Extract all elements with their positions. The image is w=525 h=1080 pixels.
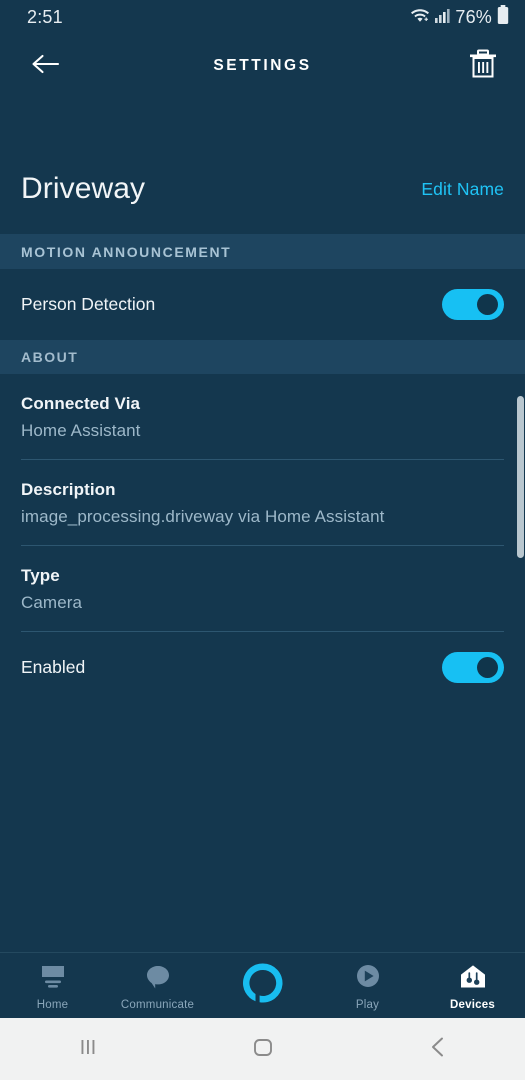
system-back-icon — [427, 1035, 449, 1064]
trash-icon — [468, 48, 498, 85]
wifi-icon — [410, 6, 430, 28]
nav-item-play[interactable]: Play — [315, 953, 420, 1018]
person-detection-label: Person Detection — [21, 294, 156, 314]
delete-device-button[interactable] — [463, 46, 503, 86]
nav-item-alexa[interactable] — [210, 953, 315, 1018]
about-value: Camera — [21, 593, 83, 612]
nav-label: Home — [36, 999, 69, 1011]
play-circle-icon — [354, 964, 382, 995]
nav-label: Play — [355, 999, 380, 1011]
system-back-button[interactable] — [398, 1025, 478, 1073]
person-detection-toggle[interactable] — [442, 289, 504, 320]
speech-bubble-icon — [143, 964, 173, 995]
row-enabled[interactable]: Enabled — [0, 632, 525, 703]
about-item-description: Description image_processing.driveway vi… — [0, 460, 525, 545]
system-home-icon — [251, 1035, 275, 1064]
back-arrow-icon — [31, 52, 61, 81]
recent-apps-button[interactable] — [48, 1025, 128, 1073]
section-header-motion: MOTION ANNOUNCEMENT — [0, 234, 525, 269]
status-bar: 2:51 76% — [0, 0, 525, 34]
about-value: image_processing.driveway via Home Assis… — [21, 507, 385, 526]
status-indicators: 76% — [410, 5, 509, 29]
nav-label: Devices — [450, 999, 495, 1011]
toggle-knob — [477, 657, 498, 678]
devices-house-icon — [458, 964, 488, 995]
phone-screen: 2:51 76% SETTINGS Driveway Edit Name MOT… — [0, 0, 525, 1080]
nav-item-communicate[interactable]: Communicate — [105, 953, 210, 1018]
nav-item-devices[interactable]: Devices — [420, 953, 525, 1018]
device-name-row: Driveway Edit Name — [0, 144, 525, 234]
nav-item-home[interactable]: Home — [0, 953, 105, 1018]
recent-apps-icon — [76, 1036, 100, 1063]
system-nav-bar — [0, 1018, 525, 1080]
enabled-toggle[interactable] — [442, 652, 504, 683]
page-title: SETTINGS — [213, 57, 312, 74]
row-person-detection[interactable]: Person Detection — [0, 269, 525, 340]
about-key: Type — [21, 566, 60, 585]
device-name: Driveway — [21, 172, 146, 205]
app-bar: SETTINGS — [0, 34, 525, 98]
nav-label: Communicate — [120, 999, 195, 1011]
about-key: Description — [21, 480, 116, 499]
edit-name-link[interactable]: Edit Name — [421, 179, 504, 200]
about-item-connected-via: Connected Via Home Assistant — [0, 374, 525, 459]
about-value: Home Assistant — [21, 421, 141, 440]
battery-icon — [497, 5, 509, 29]
about-key: Connected Via — [21, 394, 141, 413]
home-icon — [38, 964, 68, 995]
enabled-label: Enabled — [21, 657, 86, 677]
alexa-ring-icon — [239, 959, 287, 1012]
about-list: Connected Via Home Assistant Description… — [0, 374, 525, 703]
battery-percent: 76% — [455, 6, 492, 27]
bottom-nav: Home Communicate Play Devices — [0, 952, 525, 1018]
scrollbar-thumb[interactable] — [517, 396, 524, 558]
status-time: 2:51 — [27, 6, 63, 27]
system-home-button[interactable] — [223, 1025, 303, 1073]
back-button[interactable] — [26, 46, 66, 86]
cellular-signal-icon — [435, 7, 450, 28]
toggle-knob — [477, 294, 498, 315]
section-header-about: ABOUT — [0, 340, 525, 374]
about-item-type: Type Camera — [0, 546, 525, 631]
